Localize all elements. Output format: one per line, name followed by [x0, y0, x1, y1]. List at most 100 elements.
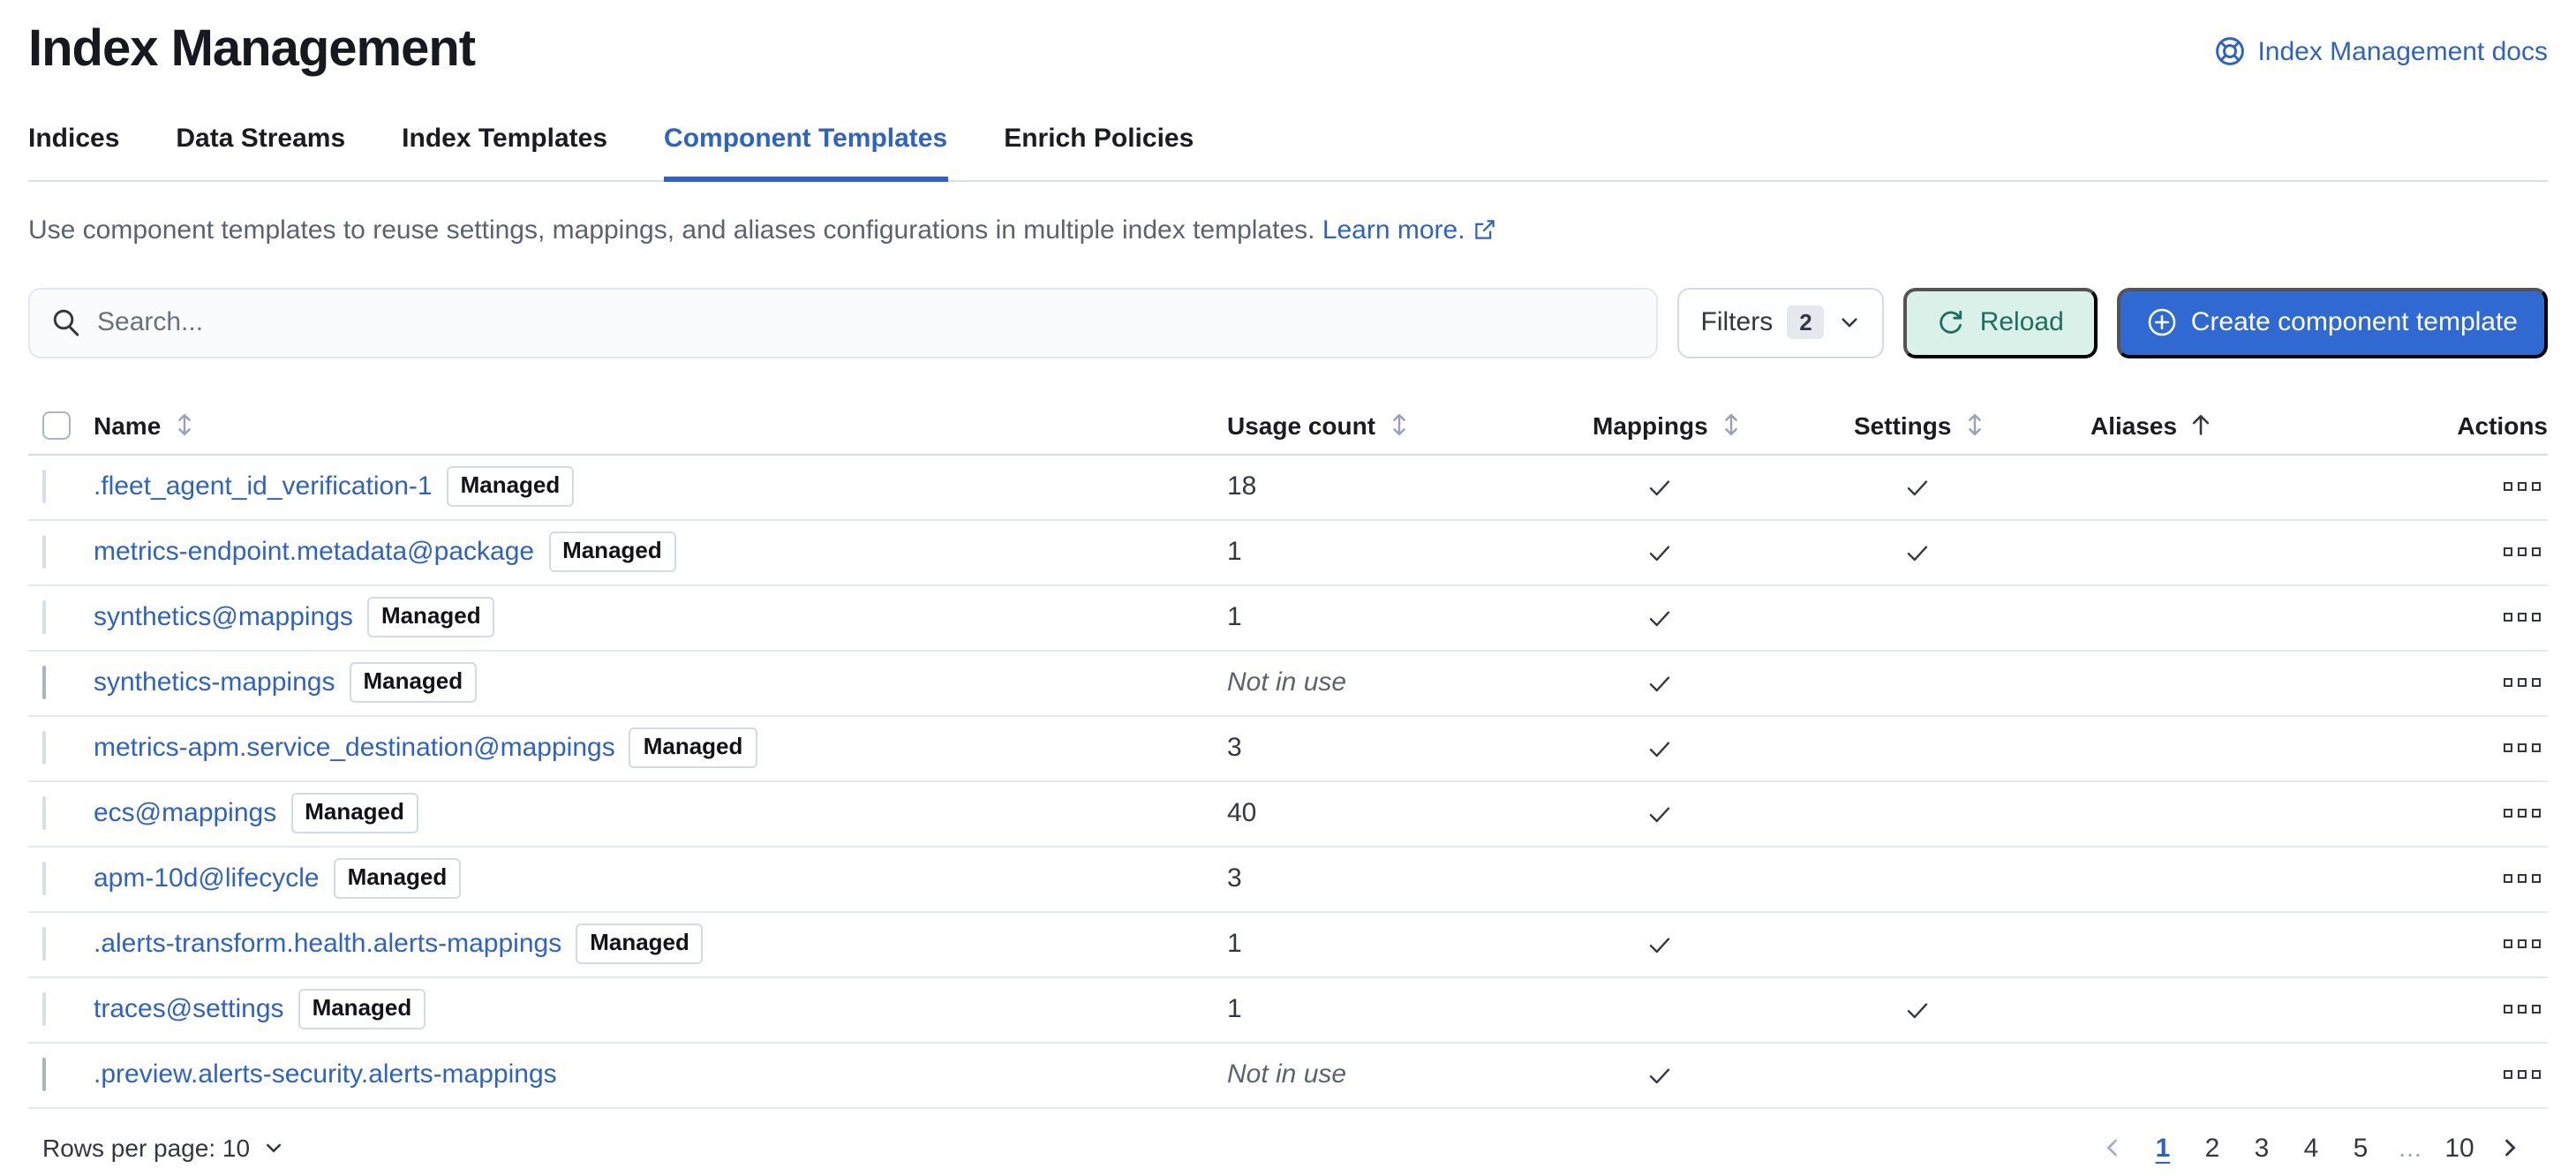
reload-button[interactable]: Reload [1904, 288, 2098, 358]
component-template-link[interactable]: synthetics-mappings [94, 668, 335, 698]
row-actions-button[interactable] [2500, 803, 2544, 825]
row-name-cell: .fleet_agent_id_verification-1 Managed [94, 467, 1227, 508]
header-actions-label: Actions [2457, 411, 2548, 440]
header-mappings[interactable]: Mappings [1593, 411, 1854, 440]
row-checkbox[interactable] [42, 993, 46, 1027]
header-usage-count[interactable]: Usage count [1227, 411, 1593, 440]
row-checkbox[interactable] [42, 1059, 46, 1092]
boxes-horizontal-icon [2518, 810, 2527, 818]
table-row: traces@settings Managed 1 [28, 978, 2548, 1044]
page-number[interactable]: 5 [2339, 1130, 2382, 1167]
boxes-horizontal-icon [2504, 940, 2512, 949]
select-all-checkbox[interactable] [42, 411, 71, 440]
usage-count-cell: 1 [1227, 930, 1593, 960]
row-actions-button[interactable] [2500, 672, 2544, 695]
row-checkbox-cell [28, 603, 94, 633]
table-row: metrics-apm.service_destination@mappings… [28, 717, 2548, 782]
page-number[interactable]: 3 [2241, 1130, 2283, 1167]
page-number[interactable]: 4 [2290, 1130, 2332, 1167]
row-checkbox[interactable] [42, 536, 46, 569]
page-number[interactable]: … [2389, 1131, 2431, 1166]
tab[interactable]: Data Streams [176, 106, 345, 182]
filters-count-badge: 2 [1787, 306, 1824, 340]
boxes-horizontal-icon [2518, 679, 2527, 688]
component-template-link[interactable]: traces@settings [94, 995, 284, 1025]
header-actions: Actions [2355, 411, 2548, 440]
sort-both-icon [1962, 412, 1988, 439]
row-checkbox[interactable] [42, 732, 46, 765]
component-template-link[interactable]: .preview.alerts-security.alerts-mappings [94, 1060, 557, 1090]
boxes-horizontal-icon [2532, 875, 2541, 884]
chevron-left-icon [2099, 1136, 2124, 1161]
filters-button[interactable]: Filters 2 [1678, 288, 1885, 358]
header-aliases-label: Aliases [2090, 411, 2177, 440]
row-actions-button[interactable] [2500, 933, 2544, 956]
row-actions-cell [2355, 868, 2548, 891]
table-row: synthetics-mappings Managed Not in use [28, 652, 2548, 717]
create-component-template-button[interactable]: Create component template [2117, 288, 2548, 358]
header-checkbox-cell [28, 411, 94, 440]
tab[interactable]: Enrich Policies [1004, 106, 1194, 182]
boxes-horizontal-icon [2504, 810, 2512, 818]
row-actions-button[interactable] [2500, 868, 2544, 891]
row-checkbox[interactable] [42, 863, 46, 896]
arrow-up-icon [2188, 412, 2214, 439]
tab[interactable]: Index Templates [402, 106, 607, 182]
table-row: .fleet_agent_id_verification-1 Managed 1… [28, 456, 2548, 521]
row-actions-button[interactable] [2500, 607, 2544, 629]
rows-per-page-button[interactable]: Rows per page: 10 [42, 1135, 283, 1163]
row-actions-cell [2355, 933, 2548, 956]
row-checkbox[interactable] [42, 601, 46, 635]
page-number[interactable]: 2 [2191, 1130, 2233, 1167]
next-page-button[interactable] [2488, 1133, 2534, 1165]
component-template-link[interactable]: apm-10d@lifecycle [94, 864, 320, 894]
boxes-horizontal-icon [2518, 744, 2527, 753]
usage-count-cell: 3 [1227, 734, 1593, 764]
tab[interactable]: Component Templates [664, 106, 947, 182]
refresh-icon [1938, 309, 1966, 337]
chevron-down-icon [262, 1138, 283, 1159]
page-number[interactable]: 10 [2438, 1130, 2481, 1167]
row-checkbox-cell [28, 1060, 94, 1090]
component-template-link[interactable]: synthetics@mappings [94, 603, 353, 633]
header-name[interactable]: Name [94, 411, 1227, 440]
component-template-link[interactable]: .fleet_agent_id_verification-1 [94, 472, 433, 502]
component-template-link[interactable]: ecs@mappings [94, 799, 276, 829]
row-actions-button[interactable] [2500, 541, 2544, 564]
row-actions-button[interactable] [2500, 999, 2544, 1021]
learn-more-link[interactable]: Learn more. [1322, 215, 1497, 245]
row-actions-cell [2355, 672, 2548, 695]
row-actions-button[interactable] [2500, 476, 2544, 499]
component-template-link[interactable]: .alerts-transform.health.alerts-mappings [94, 930, 561, 960]
row-checkbox[interactable] [42, 797, 46, 831]
usage-count-cell: 3 [1227, 864, 1593, 894]
usage-count-cell: 18 [1227, 472, 1593, 502]
header-aliases[interactable]: Aliases [2090, 411, 2355, 440]
index-management-docs-link[interactable]: Index Management docs [2213, 35, 2548, 67]
row-checkbox[interactable] [42, 471, 46, 504]
boxes-horizontal-icon [2518, 483, 2527, 492]
sort-both-icon [171, 412, 198, 439]
row-actions-cell [2355, 541, 2548, 564]
component-template-link[interactable]: metrics-apm.service_destination@mappings [94, 734, 615, 764]
boxes-horizontal-icon [2504, 483, 2512, 492]
row-name-cell: metrics-apm.service_destination@mappings… [94, 728, 1227, 769]
previous-page-button[interactable] [2089, 1133, 2135, 1165]
row-actions-button[interactable] [2500, 737, 2544, 760]
mappings-cell [1593, 735, 1854, 763]
row-actions-button[interactable] [2500, 1064, 2544, 1087]
component-template-link[interactable]: metrics-endpoint.metadata@package [94, 538, 534, 568]
row-checkbox-cell [28, 864, 94, 894]
row-checkbox[interactable] [42, 928, 46, 961]
boxes-horizontal-icon [2532, 1006, 2541, 1014]
search-input[interactable] [97, 308, 1636, 338]
header-settings[interactable]: Settings [1854, 411, 2090, 440]
tab[interactable]: Indices [28, 106, 119, 182]
row-checkbox[interactable] [42, 667, 46, 700]
table-row: apm-10d@lifecycle Managed 3 [28, 848, 2548, 913]
search-box[interactable] [28, 288, 1659, 358]
page-number[interactable]: 1 [2142, 1130, 2184, 1167]
boxes-horizontal-icon [2504, 1006, 2512, 1014]
settings-cell [1854, 996, 2090, 1024]
toolbar: Filters 2 Reload Create component templa… [28, 288, 2548, 358]
